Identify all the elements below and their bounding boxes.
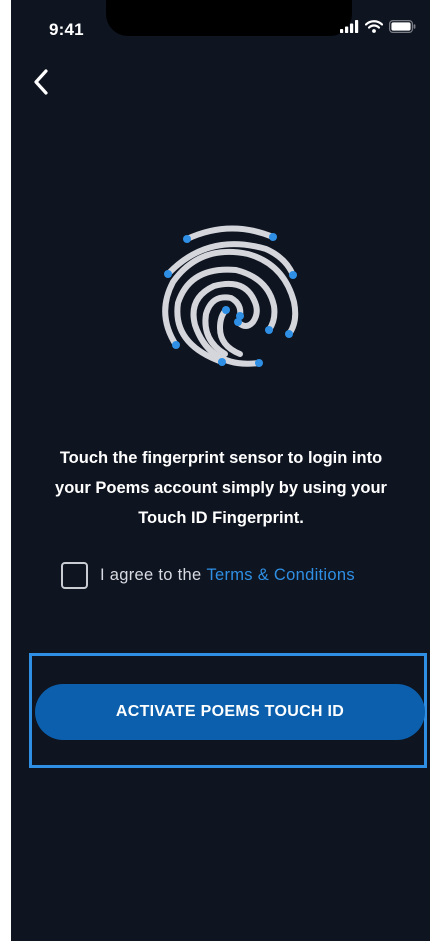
fingerprint-icon	[162, 225, 299, 367]
back-button[interactable]	[25, 64, 57, 100]
status-time: 9:41	[49, 20, 84, 39]
message-line-2: your Poems account simply by using your	[55, 479, 387, 497]
terms-checkbox[interactable]	[61, 562, 88, 589]
battery-icon	[389, 20, 416, 33]
wifi-icon	[365, 20, 383, 33]
status-icons	[340, 20, 416, 33]
chevron-left-icon	[34, 69, 48, 95]
message-line-3: Touch ID Fingerprint.	[138, 509, 304, 527]
status-bar: 9:41	[11, 0, 430, 60]
terms-agreement-row: I agree to the Terms & Conditions	[61, 562, 355, 589]
touch-id-message: Touch the fingerprint sensor to login in…	[41, 443, 401, 533]
screen: 9:41 Touch the fingerprint sensor to log…	[11, 0, 430, 941]
notch	[106, 0, 352, 36]
message-line-1: Touch the fingerprint sensor to login in…	[59, 449, 383, 467]
agree-label: I agree to the	[100, 566, 202, 584]
signal-icon	[340, 20, 359, 33]
activate-touch-id-button[interactable]: ACTIVATE POEMS TOUCH ID	[35, 684, 425, 740]
terms-conditions-link[interactable]: Terms & Conditions	[206, 566, 354, 585]
